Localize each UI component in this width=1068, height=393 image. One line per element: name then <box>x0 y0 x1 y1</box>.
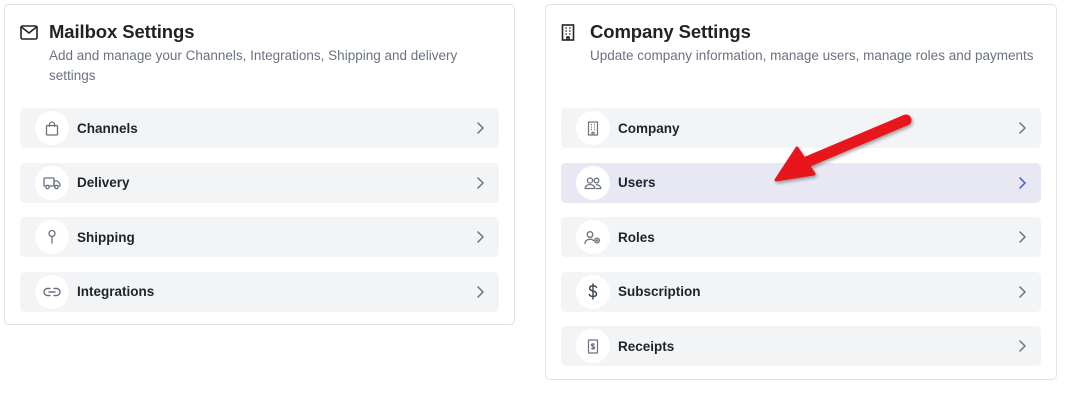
chevron-right-icon <box>473 230 487 244</box>
company-settings-list: Company Users Roles Subscription Receipt… <box>561 108 1041 381</box>
chevron-right-icon <box>473 285 487 299</box>
truck-icon <box>35 165 69 200</box>
company-settings-card: Company Settings Update company informat… <box>545 4 1057 380</box>
chevron-right-icon <box>1015 230 1029 244</box>
settings-item-label: Integrations <box>77 284 155 299</box>
card-description: Add and manage your Channels, Integratio… <box>49 48 458 83</box>
mailbox-settings-header: Mailbox Settings Add and manage your Cha… <box>20 21 494 85</box>
settings-item-subscription[interactable]: Subscription <box>561 271 1041 312</box>
mailbox-settings-list: Channels Delivery Shipping Integrations <box>20 108 499 326</box>
chevron-right-icon <box>473 121 487 135</box>
map-pin-icon <box>35 220 69 254</box>
card-description: Update company information, manage users… <box>590 48 1034 63</box>
chevron-right-icon <box>473 176 487 190</box>
chevron-right-icon <box>1015 339 1029 353</box>
settings-item-label: Subscription <box>618 284 701 299</box>
chevron-right-icon <box>1015 121 1029 135</box>
settings-item-users[interactable]: Users <box>561 162 1041 203</box>
building-icon <box>576 111 610 145</box>
settings-item-roles[interactable]: Roles <box>561 217 1041 257</box>
company-settings-header: Company Settings Update company informat… <box>561 21 1036 66</box>
chevron-right-icon <box>1015 176 1029 190</box>
shopping-bag-icon <box>35 111 69 145</box>
settings-item-company[interactable]: Company <box>561 108 1041 148</box>
settings-item-integrations[interactable]: Integrations <box>20 271 499 312</box>
settings-item-label: Users <box>618 175 656 190</box>
page-title: Mailbox Settings <box>49 21 195 42</box>
page-title: Company Settings <box>590 21 751 42</box>
chevron-right-icon <box>1015 285 1029 299</box>
settings-item-channels[interactable]: Channels <box>20 108 499 148</box>
settings-item-label: Channels <box>77 120 138 136</box>
settings-item-shipping[interactable]: Shipping <box>20 217 499 257</box>
users-icon <box>576 165 610 200</box>
receipt-icon <box>576 329 610 363</box>
user-cog-icon <box>576 220 610 254</box>
building-icon <box>561 23 580 42</box>
mailbox-settings-card: Mailbox Settings Add and manage your Cha… <box>4 4 515 325</box>
settings-item-label: Roles <box>618 229 655 245</box>
settings-item-label: Company <box>618 120 680 136</box>
mail-icon <box>20 23 39 42</box>
settings-item-receipts[interactable]: Receipts <box>561 326 1041 366</box>
settings-item-label: Delivery <box>77 175 130 190</box>
link-icon <box>35 274 69 309</box>
settings-item-label: Receipts <box>618 338 675 354</box>
dollar-icon <box>576 274 610 309</box>
settings-item-delivery[interactable]: Delivery <box>20 162 499 203</box>
settings-item-label: Shipping <box>77 229 135 245</box>
